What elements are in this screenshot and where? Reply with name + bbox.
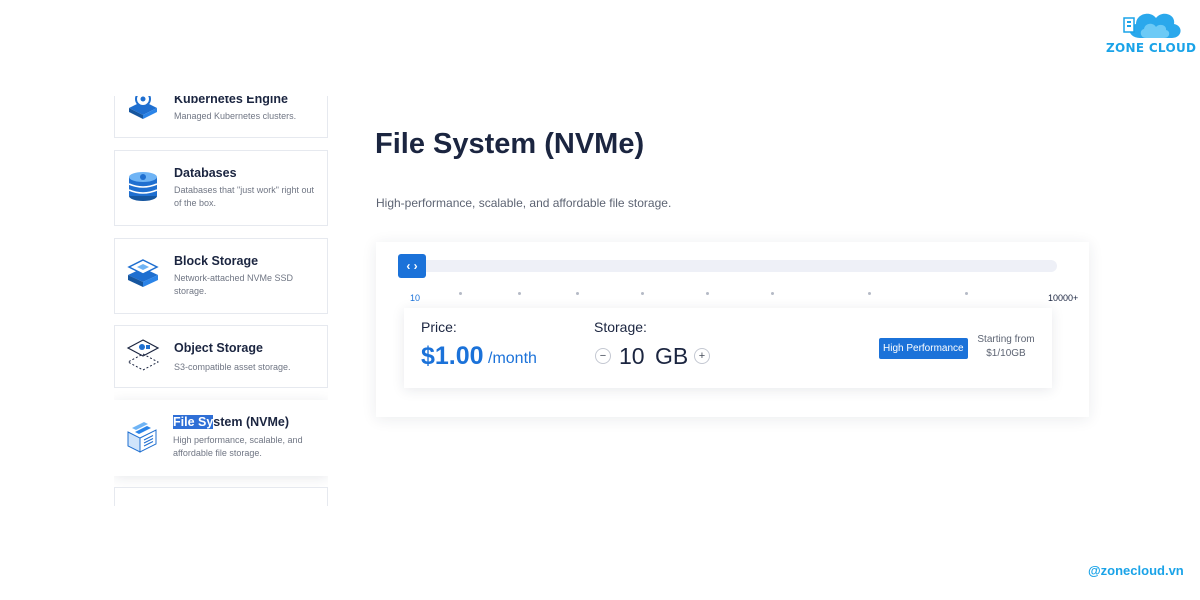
watermark-handle: @zonecloud.vn <box>1088 563 1184 578</box>
product-list: Kubernetes Engine Managed Kubernetes clu… <box>114 96 328 506</box>
storage-slider-track[interactable] <box>400 260 1057 272</box>
product-description: Network-attached NVMe SSD storage. <box>174 273 294 296</box>
storage-value: 10 <box>619 343 645 369</box>
database-icon <box>128 172 158 201</box>
selected-text: File Sy <box>173 415 214 429</box>
pricing-panel: ‹ › 10 10000+ Price: $1.00 /month Storag… <box>376 242 1089 417</box>
slider-tick <box>771 292 774 295</box>
page-subtitle: High-performance, scalable, and affordab… <box>376 196 672 210</box>
product-description: Databases that "just work" right out of … <box>174 185 314 208</box>
product-title: Databases <box>174 166 237 180</box>
slider-tick <box>576 292 579 295</box>
slider-tick <box>868 292 871 295</box>
page-title: File System (NVMe) <box>375 128 645 160</box>
product-title-rest: stem (NVMe) <box>213 415 290 429</box>
product-title: Object Storage <box>174 341 263 355</box>
storage-increment-button[interactable]: + <box>694 348 710 364</box>
price-value: $1.00 <box>421 342 484 370</box>
slider-tick <box>459 292 462 295</box>
product-card-file-system[interactable]: File System (NVMe) High performance, sca… <box>114 400 328 476</box>
starting-from-value: $1/10GB <box>986 348 1026 359</box>
price-summary-box: Price: $1.00 /month Storage: − 10 GB + H… <box>404 308 1052 388</box>
object-storage-icon <box>126 339 160 371</box>
slider-min-label: 10 <box>410 293 421 303</box>
file-system-icon <box>127 422 157 453</box>
product-description: Managed Kubernetes clusters. <box>174 111 297 121</box>
high-performance-badge[interactable]: High Performance <box>879 338 968 359</box>
storage-slider-handle[interactable]: ‹ › <box>398 254 426 278</box>
starting-from-label: Starting from <box>977 334 1035 345</box>
price-unit: /month <box>488 350 537 367</box>
price-label: Price: <box>421 319 457 335</box>
chevron-left-right-icon: ‹ › <box>406 259 418 273</box>
product-card-block-storage[interactable]: Block Storage Network-attached NVMe SSD … <box>114 238 328 314</box>
product-description: S3-compatible asset storage. <box>174 362 291 372</box>
product-description: High performance, scalable, and affordab… <box>173 435 303 458</box>
cloud-logo-icon <box>1123 13 1181 38</box>
block-storage-icon <box>127 259 159 287</box>
storage-decrement-button[interactable]: − <box>595 348 611 364</box>
zone-cloud-logo: ZONE CLOUD <box>1104 8 1196 58</box>
logo-text: ZONE CLOUD <box>1106 41 1197 55</box>
product-card-next[interactable] <box>114 487 328 506</box>
slider-tick <box>518 292 521 295</box>
slider-max-label: 10000+ <box>1048 293 1079 303</box>
kubernetes-icon <box>129 96 157 119</box>
product-card-databases[interactable]: Databases Databases that "just work" rig… <box>114 150 328 226</box>
slider-tick <box>706 292 709 295</box>
product-title: Kubernetes Engine <box>174 96 288 106</box>
product-title: File System (NVMe) <box>173 415 289 429</box>
slider-tick <box>641 292 644 295</box>
product-title: Block Storage <box>174 254 259 268</box>
product-card-object-storage[interactable]: Object Storage S3-compatible asset stora… <box>114 325 328 388</box>
storage-unit: GB <box>655 343 689 369</box>
slider-tick <box>965 292 968 295</box>
storage-label: Storage: <box>594 319 647 335</box>
product-card-kubernetes[interactable]: Kubernetes Engine Managed Kubernetes clu… <box>114 96 328 138</box>
